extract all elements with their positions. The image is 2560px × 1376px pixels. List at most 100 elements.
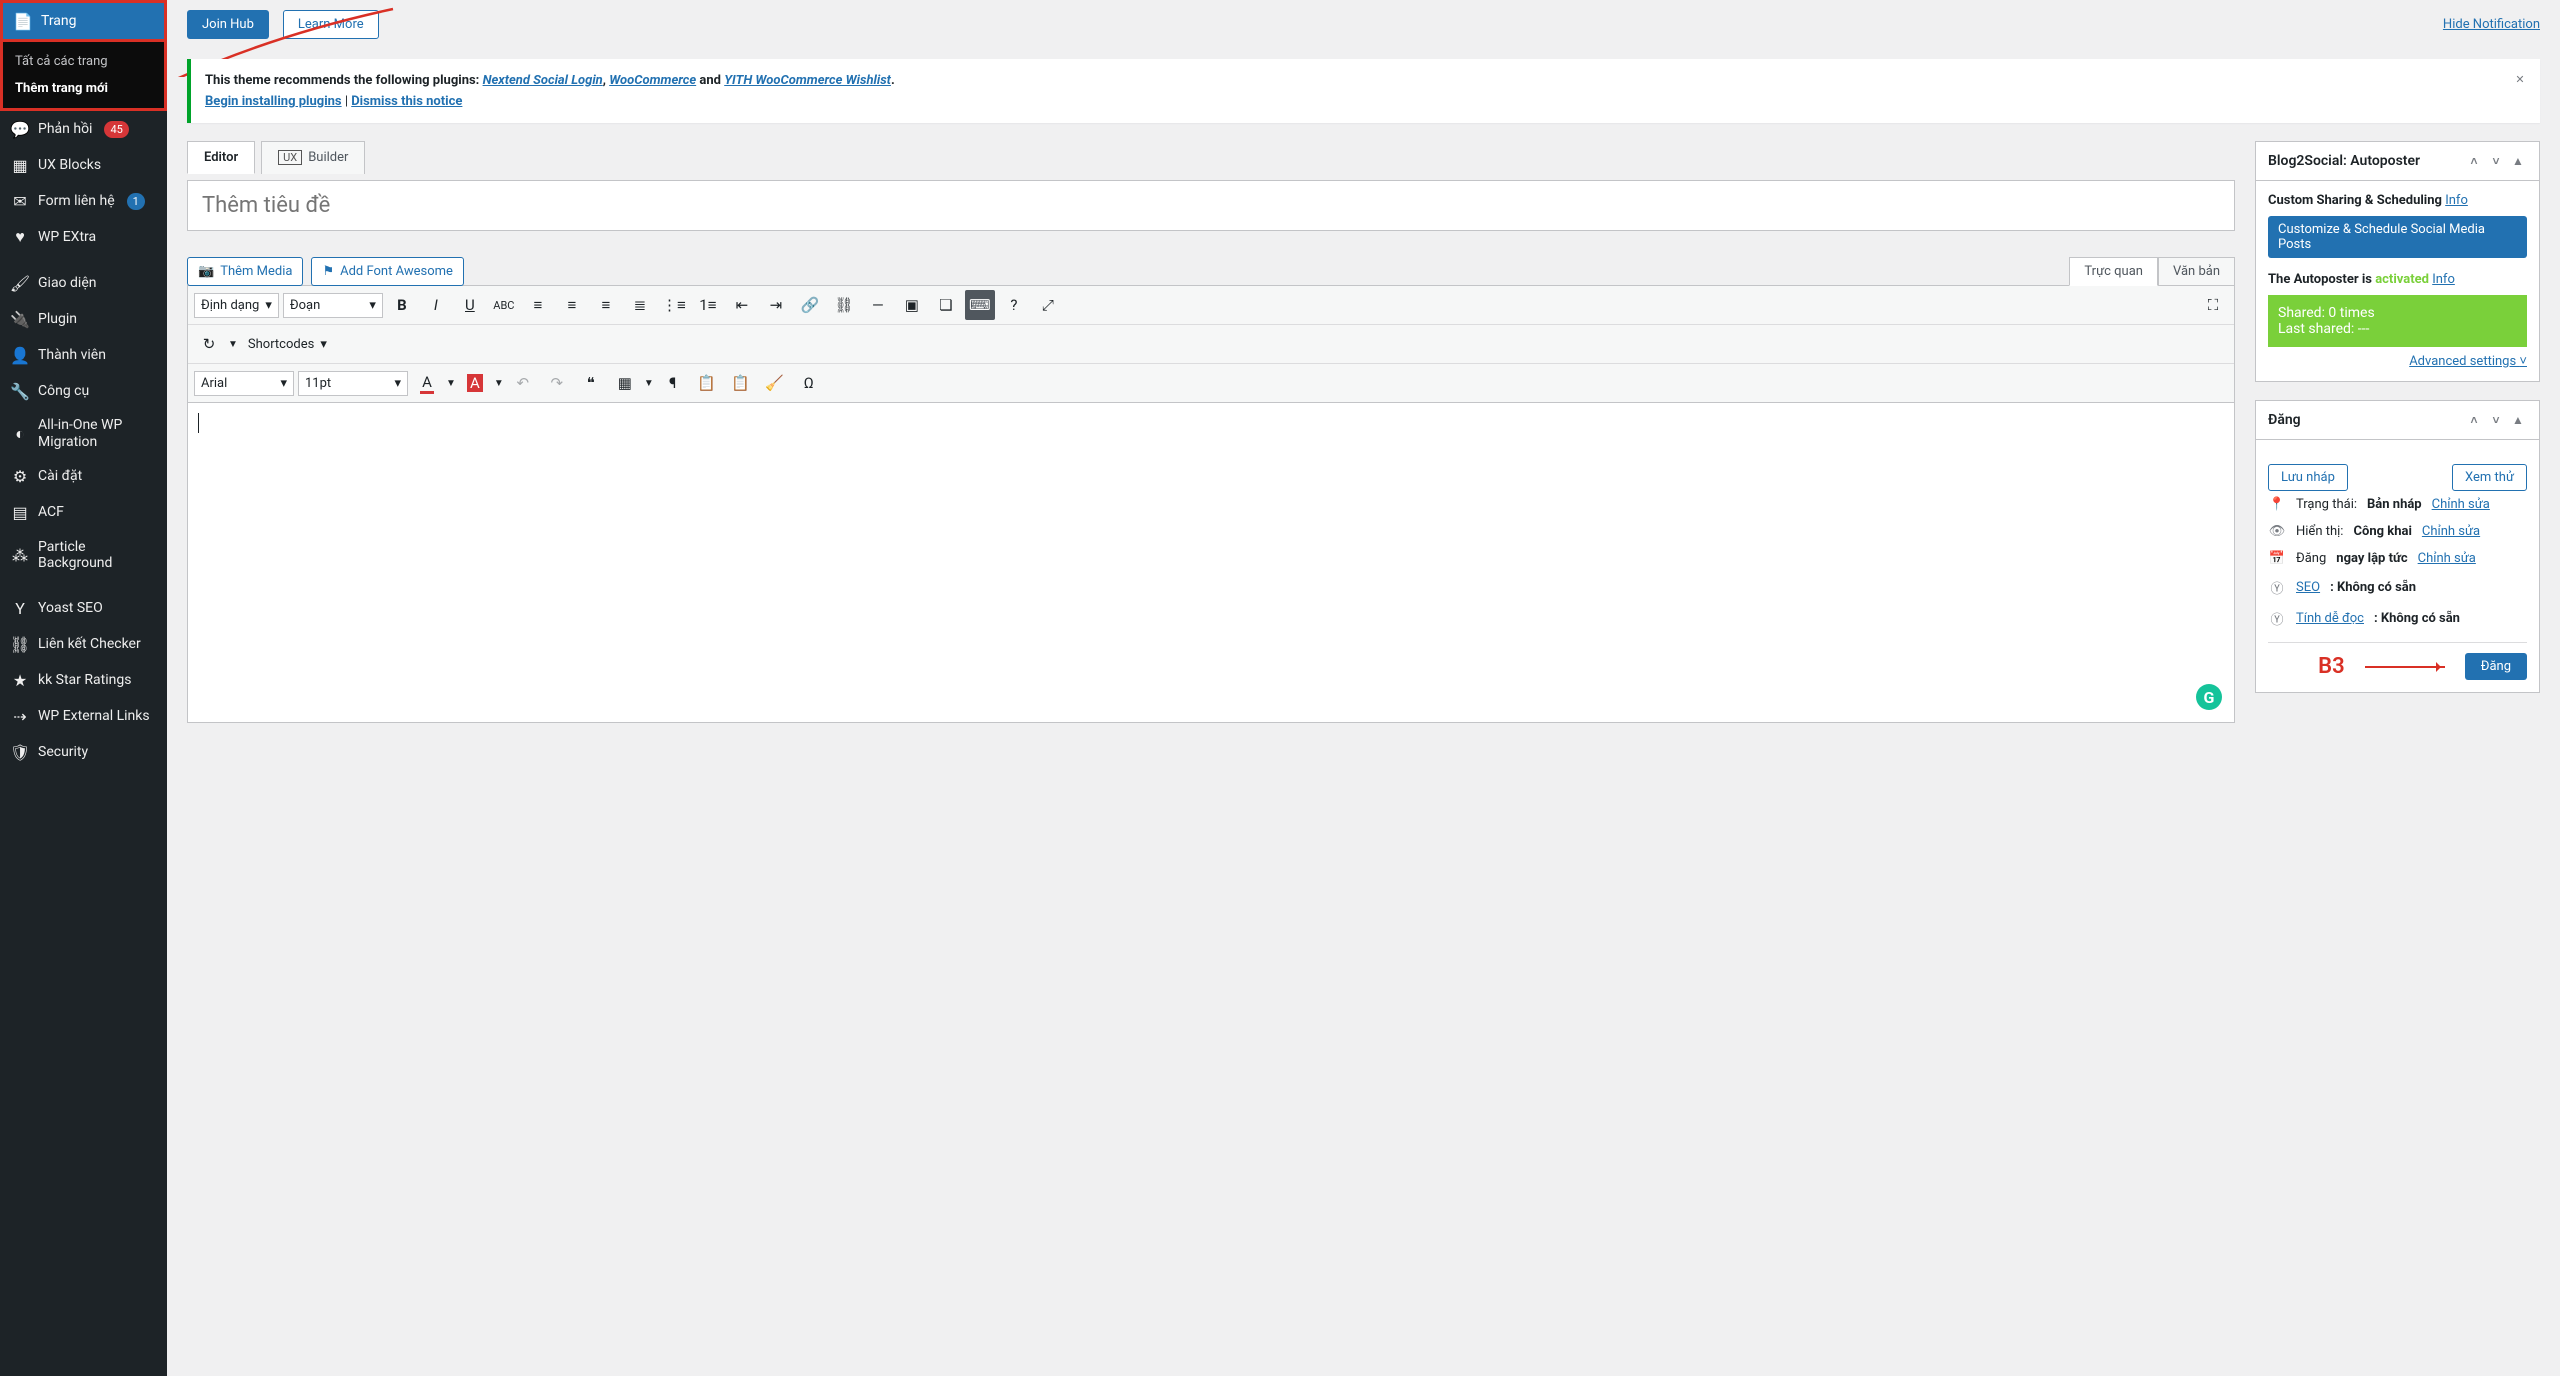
sidebar-item-tools[interactable]: 🔧 Công cụ (0, 373, 167, 409)
info-link[interactable]: Info (2445, 193, 2468, 208)
expand-icon[interactable]: ⤢ (1033, 290, 1063, 320)
sidebar-item-users[interactable]: 👤 Thành viên (0, 337, 167, 373)
justify-icon[interactable]: ≣ (625, 290, 655, 320)
submenu-all-pages[interactable]: Tất cả các trang (3, 48, 164, 75)
bold-icon[interactable]: B (387, 290, 417, 320)
tab-visual[interactable]: Trực quan (2069, 257, 2158, 286)
chevron-up-icon[interactable]: ˄ (2465, 411, 2483, 429)
sidebar-item-particles[interactable]: ⁂ Particle Background (0, 531, 167, 581)
chevron-down-icon[interactable]: ▼ (228, 339, 238, 350)
chevron-down-icon[interactable]: ˅ (2487, 152, 2505, 170)
customize-schedule-button[interactable]: Customize & Schedule Social Media Posts (2268, 216, 2527, 258)
sidebar-item-migration[interactable]: ◐ All-in-One WP Migration (0, 409, 167, 459)
content-editor[interactable]: G (187, 403, 2235, 723)
learn-more-button[interactable]: Learn More (283, 10, 379, 39)
text-color-icon[interactable]: A (412, 368, 442, 398)
sidebar-item-acf[interactable]: ▤ ACF (0, 495, 167, 531)
chevron-down-icon[interactable]: ▼ (494, 378, 504, 389)
advanced-settings-link[interactable]: Advanced settings ˅ (2409, 354, 2527, 369)
sidebar-item-label: Công cụ (38, 383, 89, 400)
unlink-icon[interactable]: ⛓ (829, 290, 859, 320)
hide-notification-link[interactable]: Hide Notification (2443, 17, 2540, 32)
sidebar-item-yoast[interactable]: Y Yoast SEO (0, 590, 167, 626)
readability-link[interactable]: Tính dễ đọc (2296, 611, 2364, 626)
yoast-icon: Y (10, 598, 30, 618)
sidebar-item-contact-form[interactable]: ✉ Form liên hệ 1 (0, 183, 167, 219)
repeat-icon[interactable]: ↻ (194, 329, 224, 359)
omega-icon[interactable]: Ω (794, 368, 824, 398)
font-dropdown[interactable]: Arial ▾ (194, 371, 294, 396)
dismiss-notice-icon[interactable]: ✕ (2510, 69, 2530, 89)
chevron-down-icon[interactable]: ˅ (2487, 411, 2505, 429)
sidebar-item-wpextra[interactable]: ♥ WP EXtra (0, 219, 167, 255)
edit-status-link[interactable]: Chỉnh sửa (2432, 497, 2490, 512)
add-media-button[interactable]: 📷 Thêm Media (187, 257, 303, 286)
link-icon[interactable]: 🔗 (795, 290, 825, 320)
dismiss-notice-link[interactable]: Dismiss this notice (351, 94, 462, 109)
sidebar-item-pages[interactable]: 📄 Trang (3, 3, 164, 39)
bg-color-icon[interactable]: A (460, 368, 490, 398)
quote-icon[interactable]: ❝ (576, 368, 606, 398)
pilcrow-icon[interactable]: ¶ (658, 368, 688, 398)
sidebar-item-plugins[interactable]: 🔌 Plugin (0, 301, 167, 337)
align-right-icon[interactable]: ≡ (591, 290, 621, 320)
plugin-link-woocommerce[interactable]: WooCommerce (609, 73, 696, 88)
paragraph-dropdown[interactable]: Đoạn ▾ (283, 293, 383, 318)
chevron-up-icon[interactable]: ˄ (2465, 152, 2483, 170)
underline-icon[interactable]: U (455, 290, 485, 320)
page-title-input[interactable] (187, 180, 2235, 231)
tab-text[interactable]: Văn bản (2158, 257, 2235, 286)
chevron-down-icon[interactable]: ▼ (644, 378, 654, 389)
sidebar-item-settings[interactable]: ⚙ Cài đặt (0, 459, 167, 495)
undo-icon[interactable]: ↶ (508, 368, 538, 398)
save-draft-button[interactable]: Lưu nháp (2268, 464, 2348, 491)
indent-icon[interactable]: ⇥ (761, 290, 791, 320)
chevron-down-icon[interactable]: ▼ (446, 378, 456, 389)
edit-visibility-link[interactable]: Chỉnh sửa (2422, 524, 2480, 539)
shortcodes-dropdown[interactable]: Shortcodes ▾ (242, 333, 333, 356)
strikethrough-icon[interactable]: ABC (489, 290, 519, 320)
outdent-icon[interactable]: ⇤ (727, 290, 757, 320)
paste-text-icon[interactable]: 📋 (726, 368, 756, 398)
fontsize-dropdown[interactable]: 11pt ▾ (298, 371, 408, 396)
seo-link[interactable]: SEO (2296, 580, 2320, 595)
preview-button[interactable]: Xem thử (2452, 464, 2527, 491)
keyboard-toggle-icon[interactable]: ⌨ (965, 290, 995, 320)
help-icon[interactable]: ? (999, 290, 1029, 320)
sidebar-item-uxblocks[interactable]: ▦ UX Blocks (0, 147, 167, 183)
fullscreen-icon[interactable]: ⛶ (2198, 290, 2228, 320)
sidebar-item-comments[interactable]: 💬 Phản hồi 45 (0, 111, 167, 147)
redo-icon[interactable]: ↷ (542, 368, 572, 398)
eraser-icon[interactable]: 🧹 (760, 368, 790, 398)
image-icon[interactable]: ▣ (897, 290, 927, 320)
info-link-2[interactable]: Info (2432, 272, 2455, 287)
paste-icon[interactable]: 📋 (692, 368, 722, 398)
align-center-icon[interactable]: ≡ (557, 290, 587, 320)
hr-icon[interactable]: — (863, 290, 893, 320)
sidebar-item-appearance[interactable]: 🖌 Giao diện (0, 265, 167, 301)
edit-schedule-link[interactable]: Chỉnh sửa (2418, 551, 2476, 566)
bullet-list-icon[interactable]: ⋮≡ (659, 290, 689, 320)
sidebar-item-linkchecker[interactable]: ⛓ Liên kết Checker (0, 626, 167, 662)
sidebar-item-security[interactable]: 🛡 Security (0, 734, 167, 770)
submenu-add-page[interactable]: Thêm trang mới (3, 75, 164, 102)
number-list-icon[interactable]: 1≡ (693, 290, 723, 320)
gallery-icon[interactable]: ❏ (931, 290, 961, 320)
grammarly-icon[interactable]: G (2196, 684, 2222, 710)
italic-icon[interactable]: I (421, 290, 451, 320)
sidebar-item-kkstar[interactable]: ★ kk Star Ratings (0, 662, 167, 698)
tab-ux-builder[interactable]: UXBuilder (261, 141, 365, 174)
triangle-up-icon[interactable]: ▲ (2509, 411, 2527, 429)
add-fontawesome-button[interactable]: ⚑ Add Font Awesome (311, 257, 464, 286)
table-icon[interactable]: ▦ (610, 368, 640, 398)
sidebar-item-external-links[interactable]: ⇢ WP External Links (0, 698, 167, 734)
format-dropdown[interactable]: Định dạng ▾ (194, 293, 279, 318)
join-hub-button[interactable]: Join Hub (187, 10, 269, 39)
publish-button[interactable]: Đăng (2465, 653, 2527, 680)
plugin-link-nextend[interactable]: Nextend Social Login (483, 73, 603, 88)
install-plugins-link[interactable]: Begin installing plugins (205, 94, 342, 109)
align-left-icon[interactable]: ≡ (523, 290, 553, 320)
triangle-up-icon[interactable]: ▲ (2509, 152, 2527, 170)
plugin-link-wishlist[interactable]: YITH WooCommerce Wishlist (724, 73, 891, 88)
tab-editor[interactable]: Editor (187, 141, 255, 174)
